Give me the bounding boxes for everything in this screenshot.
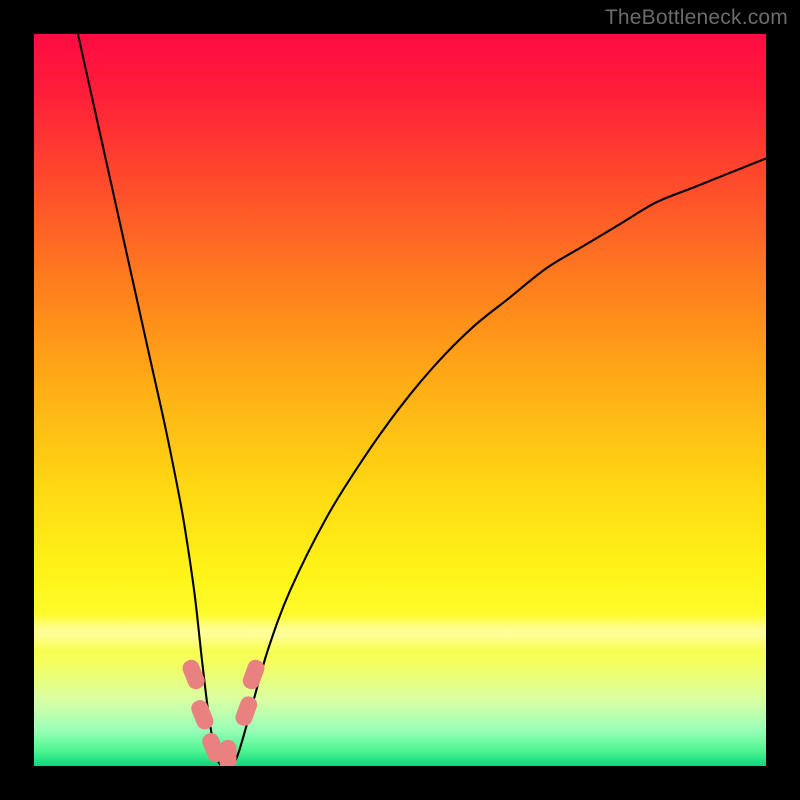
watermark-text: TheBottleneck.com: [605, 6, 788, 30]
plot-area: [34, 34, 766, 766]
bottleneck-curve: [78, 34, 766, 766]
curve-markers: [180, 657, 267, 766]
curve-marker: [233, 694, 259, 728]
curve-marker: [189, 698, 216, 732]
chart-frame: TheBottleneck.com: [0, 0, 800, 800]
curve-marker: [219, 740, 236, 766]
curve-layer: [34, 34, 766, 766]
curve-marker: [240, 657, 266, 691]
